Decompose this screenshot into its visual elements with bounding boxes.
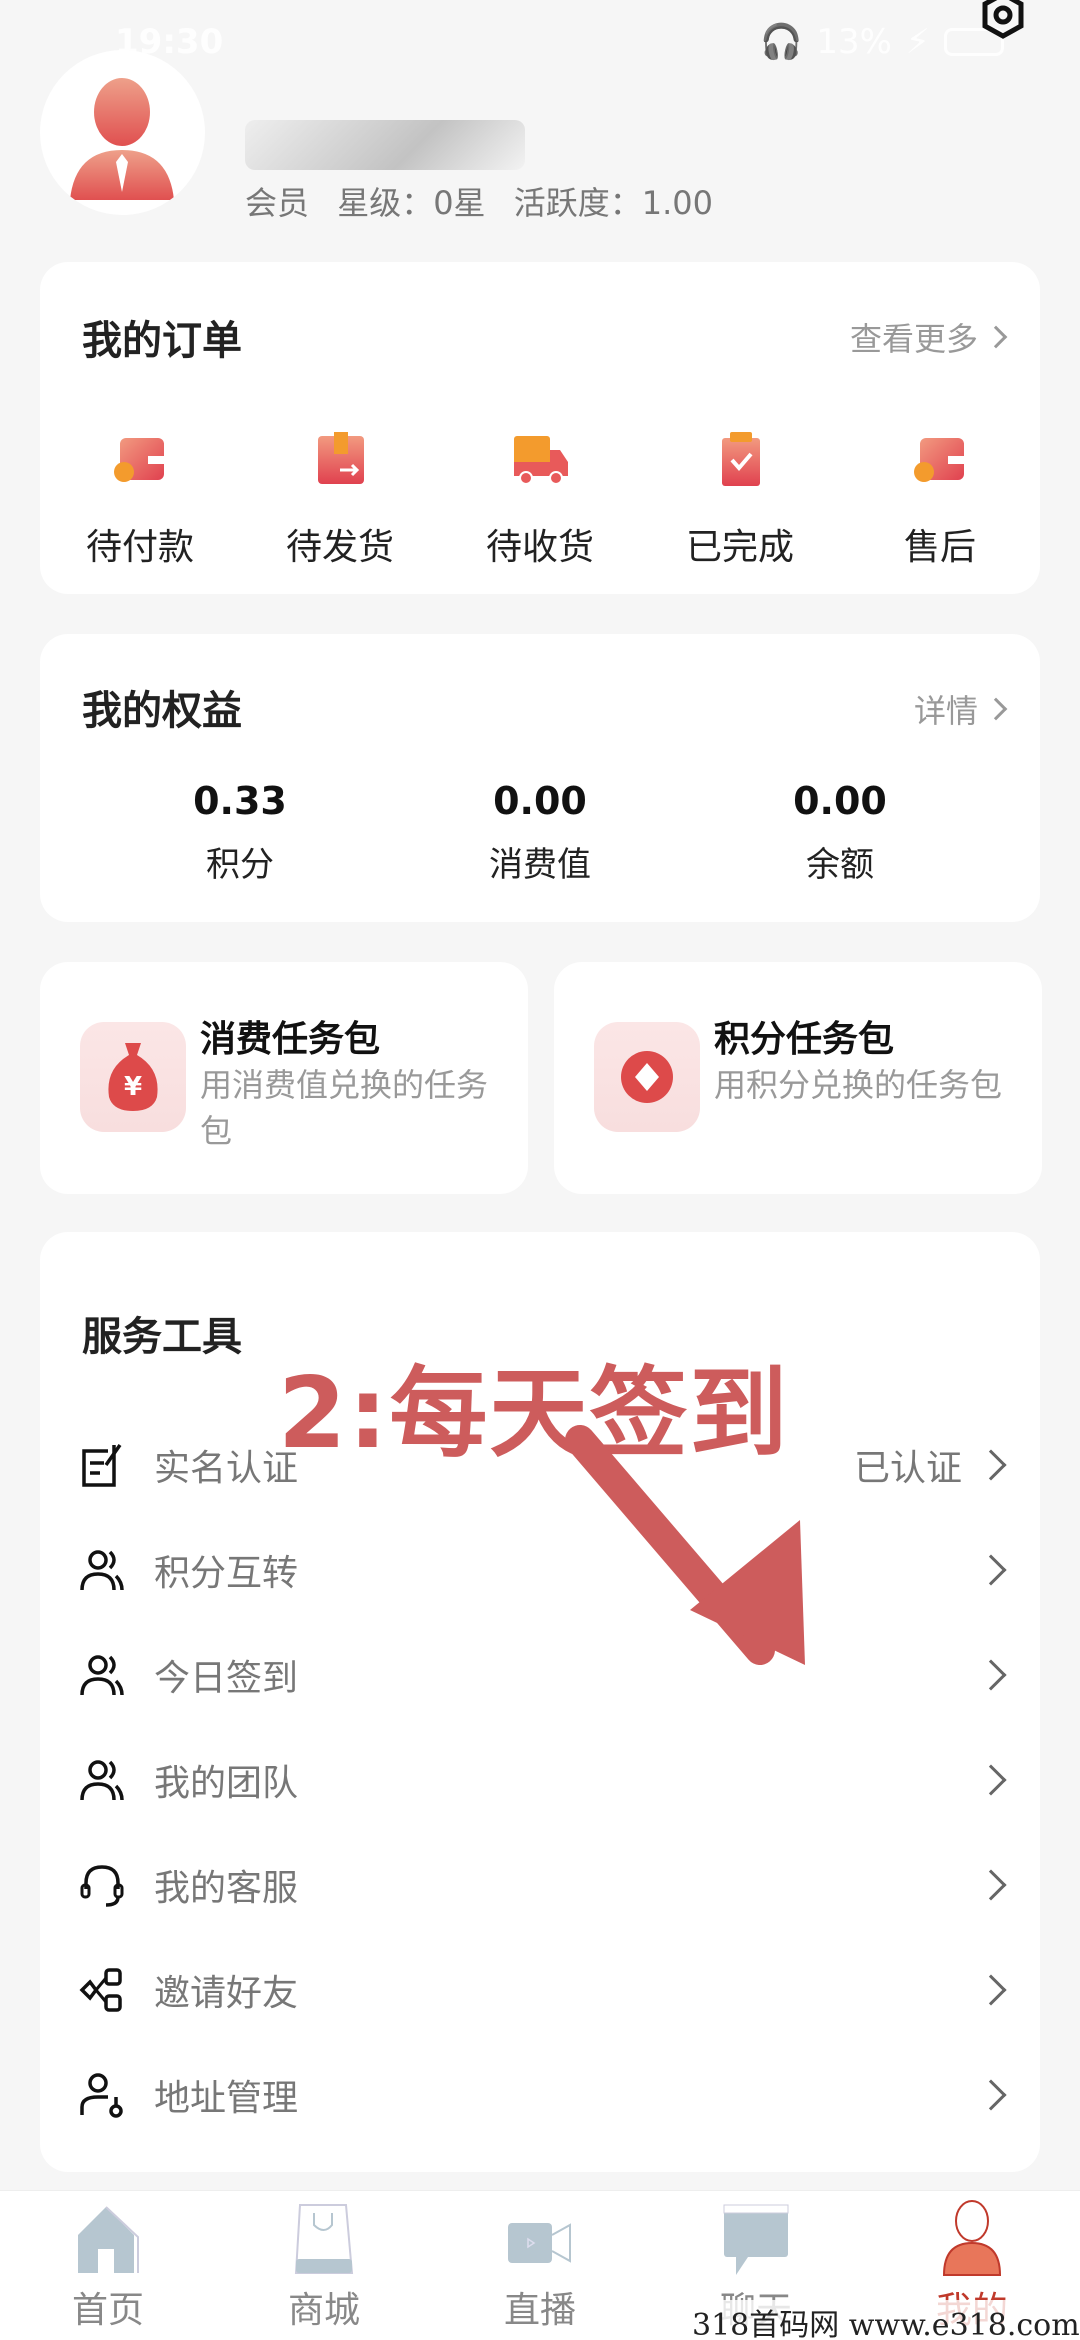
- benefit-row: 0.33 积分 0.00 消费值 0.00 余额: [40, 779, 1040, 886]
- users-icon: [80, 1549, 124, 1590]
- tool-invite-friends[interactable]: 邀请好友: [40, 1937, 1040, 2042]
- annotation-arrow-icon: [565, 1425, 805, 1665]
- benefit-label: 积分: [206, 845, 274, 885]
- chevron-right-icon: [975, 1868, 1007, 1901]
- benefit-value: 0.00: [793, 779, 887, 823]
- tool-list: 实名认证 已认证 积分互转 今日签到 我的团队 我的客服 邀请好友 地址管理: [40, 1412, 1040, 2147]
- tool-points-transfer[interactable]: 积分互转: [40, 1517, 1040, 1622]
- user-key-icon: [80, 2072, 123, 2118]
- order-label: 待发货: [285, 527, 394, 568]
- task-description: 用积分兑换的任务包: [714, 1066, 1003, 1104]
- benefit-value: 0.00: [493, 779, 587, 823]
- benefit-balance[interactable]: 0.00 余额: [730, 779, 950, 886]
- profile-header: 会员 星级：0星 活跃度：1.00: [40, 50, 1040, 230]
- order-label: 售后: [903, 527, 976, 568]
- chevron-right-icon: [975, 1763, 1007, 1796]
- order-label: 待收货: [485, 527, 594, 568]
- wallet-icon: [114, 438, 166, 482]
- benefit-consumption[interactable]: 0.00 消费值: [430, 779, 650, 886]
- tool-label: 我的客服: [154, 1867, 299, 1909]
- benefit-points[interactable]: 0.33 积分: [130, 779, 350, 886]
- avatar[interactable]: [40, 50, 205, 215]
- truck-icon: [514, 436, 568, 485]
- orders-more-link[interactable]: 查看更多: [849, 314, 1008, 360]
- tab-label: 商城: [287, 2290, 360, 2331]
- orders-title: 我的订单: [82, 318, 242, 364]
- order-pending-receipt[interactable]: 待收货: [440, 432, 640, 570]
- chevron-right-icon: [984, 697, 1008, 721]
- member-label: 会员: [245, 184, 310, 222]
- tool-label: 地址管理: [154, 2077, 299, 2119]
- chevron-right-icon: [975, 1658, 1007, 1691]
- settings-gear-icon[interactable]: [978, 0, 1028, 40]
- users-icon: [80, 1759, 124, 1800]
- user-avatar-icon: [70, 78, 174, 200]
- member-info: 会员 星级：0星 活跃度：1.00: [245, 178, 731, 224]
- tool-customer-service[interactable]: 我的客服: [40, 1832, 1040, 1937]
- tool-label: 邀请好友: [154, 1972, 299, 2014]
- star-level: 星级：0星: [337, 184, 486, 222]
- chevron-right-icon: [975, 2078, 1007, 2111]
- benefits-card: 我的权益 详情 0.33 积分 0.00 消费值 0.00 余额: [40, 634, 1040, 922]
- benefits-detail-link[interactable]: 详情: [913, 686, 1008, 732]
- task-description: 用消费值兑换的任务包: [200, 1066, 489, 1150]
- svg-text:¥: ¥: [124, 1072, 142, 1102]
- video-camera-icon: [508, 2223, 571, 2263]
- share-icon: [79, 1967, 122, 2012]
- chat-bubble-icon: [723, 2204, 789, 2275]
- home-icon: [78, 2206, 139, 2273]
- orders-more-label: 查看更多: [849, 320, 978, 358]
- clipboard-check-icon: [722, 432, 760, 486]
- tool-daily-check-in[interactable]: 今日签到: [40, 1622, 1040, 1727]
- package-icon: [318, 432, 364, 484]
- tool-address-management[interactable]: 地址管理: [40, 2042, 1040, 2147]
- task-title: 积分任务包: [714, 1019, 895, 1060]
- points-task-pack[interactable]: 积分任务包 用积分兑换的任务包: [554, 962, 1042, 1194]
- user-icon: [942, 2200, 1002, 2276]
- order-status-row: 待付款 待发货 待收货 已完成 售后: [40, 432, 1040, 570]
- order-label: 待付款: [85, 527, 194, 568]
- order-completed[interactable]: 已完成: [640, 432, 840, 570]
- benefits-title: 我的权益: [82, 688, 242, 734]
- order-pending-shipment[interactable]: 待发货: [240, 432, 440, 570]
- order-after-sales[interactable]: 售后: [840, 432, 1040, 570]
- watermark: 318首码网 www.e318.com: [692, 2300, 1080, 2340]
- chevron-right-icon: [984, 325, 1008, 349]
- tab-home[interactable]: 首页: [0, 2191, 216, 2340]
- tab-mall[interactable]: 商城: [216, 2191, 432, 2340]
- consumption-task-pack[interactable]: ¥ 消费任务包 用消费值兑换的任务包: [40, 962, 528, 1194]
- shopping-bag-icon: [294, 2204, 354, 2274]
- order-label: 已完成: [685, 527, 794, 568]
- benefit-label: 消费值: [489, 845, 591, 885]
- task-icon-box: [594, 1022, 700, 1132]
- users-icon: [80, 1654, 124, 1695]
- order-pending-payment[interactable]: 待付款: [40, 432, 240, 570]
- tab-label: 直播: [503, 2290, 576, 2331]
- coin-icon: [621, 1051, 673, 1103]
- chevron-right-icon: [975, 1448, 1007, 1481]
- tools-title: 服务工具: [82, 1314, 242, 1360]
- tab-label: 首页: [71, 2290, 144, 2331]
- orders-card: 我的订单 查看更多 待付款 待发货 待收货 已完成 售后: [40, 262, 1040, 594]
- tool-status-value: 已认证: [853, 1447, 962, 1489]
- username-redacted: [245, 120, 525, 170]
- benefits-detail-label: 详情: [913, 692, 978, 730]
- activity-score: 活跃度：1.00: [513, 184, 713, 222]
- chevron-right-icon: [975, 1973, 1007, 2006]
- wallet-icon: [914, 438, 966, 482]
- edit-document-icon: [82, 1443, 122, 1487]
- tool-label: 我的团队: [154, 1762, 299, 1804]
- headset-icon: [80, 1864, 124, 1907]
- task-icon-box: ¥: [80, 1022, 186, 1132]
- money-bag-icon: ¥: [108, 1043, 158, 1111]
- task-title: 消费任务包: [200, 1019, 381, 1060]
- tab-live[interactable]: 直播: [432, 2191, 648, 2340]
- benefit-value: 0.33: [193, 779, 287, 823]
- benefit-label: 余额: [806, 845, 874, 885]
- tool-my-team[interactable]: 我的团队: [40, 1727, 1040, 1832]
- chevron-right-icon: [975, 1553, 1007, 1586]
